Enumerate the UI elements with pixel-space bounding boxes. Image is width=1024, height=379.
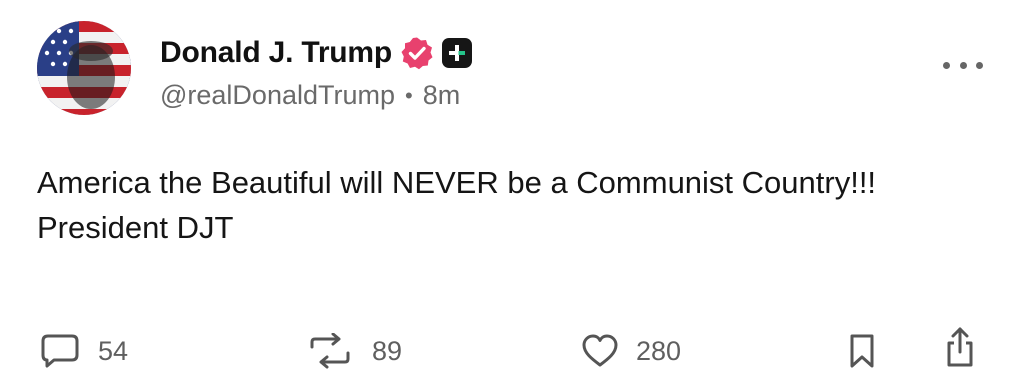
verified-badge-icon <box>400 36 434 70</box>
speech-bubble-icon <box>40 333 80 369</box>
plus-badge-icon <box>442 38 473 68</box>
post-card: Donald J. Trump @realDonaldTrump • 8m Am… <box>0 0 1024 379</box>
more-dot <box>943 61 950 69</box>
reply-button[interactable]: 54 <box>40 331 128 371</box>
author-handle[interactable]: @realDonaldTrump <box>160 80 395 111</box>
post-body-text: America the Beautiful will NEVER be a Co… <box>37 165 877 245</box>
author-avatar[interactable] <box>37 21 131 115</box>
share-button[interactable] <box>944 327 976 367</box>
repost-button[interactable]: 89 <box>306 331 402 371</box>
avatar-image <box>37 21 131 115</box>
more-dots-icon[interactable] <box>943 53 983 77</box>
author-meta-row: @realDonaldTrump • 8m <box>160 80 460 111</box>
like-button[interactable]: 280 <box>582 331 681 371</box>
heart-icon <box>582 334 618 368</box>
author-name-row: Donald J. Trump <box>160 30 473 76</box>
reply-count: 54 <box>98 335 129 366</box>
bookmark-icon <box>848 333 876 369</box>
repost-count: 89 <box>372 335 403 366</box>
author-display-name[interactable]: Donald J. Trump <box>160 36 392 70</box>
more-dot <box>976 61 983 69</box>
like-count: 280 <box>636 335 682 366</box>
share-upload-icon <box>944 326 976 368</box>
post-timestamp[interactable]: 8m <box>423 80 461 111</box>
meta-separator: • <box>405 82 413 108</box>
more-dot <box>959 61 967 69</box>
bookmark-button[interactable] <box>848 331 876 371</box>
repost-arrows-icon <box>306 333 354 369</box>
